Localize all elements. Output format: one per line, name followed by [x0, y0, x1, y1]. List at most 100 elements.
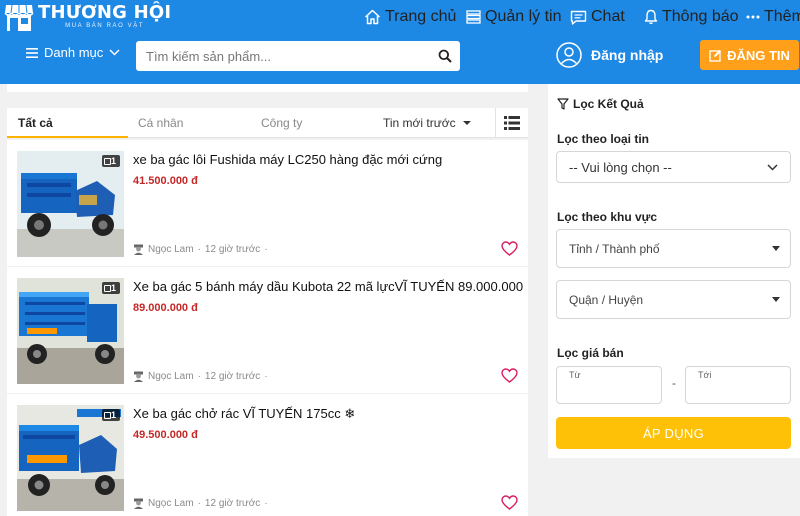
- user-avatar-icon: [556, 42, 582, 68]
- listing-meta: Ngọc Lam · 12 giờ trước ·: [133, 371, 272, 382]
- listing-thumbnail[interactable]: 1: [17, 278, 124, 384]
- listing-user[interactable]: Ngọc Lam: [148, 498, 194, 509]
- listing-title[interactable]: Xe ba gác chở rác VĨ TUYẾN 175cc ❄: [133, 406, 523, 422]
- active-tab-indicator: [7, 136, 128, 138]
- content-top-strip: [7, 84, 528, 92]
- price-from-input[interactable]: Từ: [556, 366, 662, 404]
- sort-dropdown[interactable]: Tin mới trước: [383, 108, 471, 138]
- user-icon: [134, 498, 143, 509]
- user-icon: [134, 244, 143, 255]
- listing-price: 41.500.000 đ: [133, 175, 198, 187]
- filter-heading: Lọc Kết Quả: [557, 97, 644, 111]
- filter-area-label: Lọc theo khu vực: [557, 210, 658, 224]
- filter-province-select[interactable]: Tỉnh / Thành phố: [556, 229, 791, 268]
- category-menu-label: Danh mục: [44, 45, 104, 60]
- caret-down-icon: [772, 246, 780, 251]
- listing-meta: Ngọc Lam · 12 giờ trước ·: [133, 498, 272, 509]
- listing-meta: Ngọc Lam · 12 giờ trước ·: [133, 244, 272, 255]
- edit-icon: [709, 49, 722, 62]
- listing-tabs: Tất cả Cá nhân Công ty Tin mới trước: [7, 108, 528, 138]
- hamburger-icon: [26, 47, 38, 58]
- listing-title[interactable]: xe ba gác lôi Fushida máy LC250 hàng đặc…: [133, 152, 523, 167]
- tab-company[interactable]: Công ty: [261, 108, 302, 138]
- caret-down-icon: [772, 297, 780, 302]
- heart-icon: [501, 241, 518, 256]
- more-dots-icon: [746, 15, 760, 19]
- price-to-input[interactable]: Tới: [685, 366, 791, 404]
- header: THƯƠNG HỘI MUA BÁN RAO VẶT Trang chủ Quả…: [0, 0, 800, 84]
- sort-label: Tin mới trước: [383, 116, 456, 130]
- login-label: Đăng nhập: [591, 47, 664, 63]
- listing-user[interactable]: Ngọc Lam: [148, 244, 194, 255]
- listing-item[interactable]: 1 xe ba gác lôi Fushida máy LC250 hàng đ…: [7, 140, 528, 266]
- apply-filter-button[interactable]: ÁP DỤNG: [556, 417, 791, 449]
- home-icon: [364, 9, 381, 25]
- nav-home-label: Trang chủ: [385, 8, 457, 25]
- filter-type-value: -- Vui lòng chọn --: [569, 159, 672, 175]
- nav-manage[interactable]: Quản lý tin: [466, 8, 561, 26]
- filter-type-select[interactable]: -- Vui lòng chọn --: [556, 151, 791, 183]
- price-from-placeholder: Từ: [569, 370, 581, 380]
- listing-price: 89.000.000 đ: [133, 302, 198, 314]
- listing-thumbnail[interactable]: 1: [17, 405, 124, 511]
- filter-panel: Lọc Kết Quả Lọc theo loại tin -- Vui lòn…: [548, 84, 800, 458]
- listing-list: 1 xe ba gác lôi Fushida máy LC250 hàng đ…: [7, 140, 528, 516]
- filter-heading-label: Lọc Kết Quả: [573, 97, 644, 111]
- listing-thumbnail[interactable]: 1: [17, 151, 124, 257]
- nav-manage-label: Quản lý tin: [485, 8, 562, 25]
- listing-user[interactable]: Ngọc Lam: [148, 371, 194, 382]
- listing-time: 12 giờ trước: [204, 498, 261, 509]
- brand-logo[interactable]: THƯƠNG HỘI MUA BÁN RAO VẶT: [4, 3, 171, 32]
- listing-time: 12 giờ trước: [204, 244, 261, 255]
- store-icon: [4, 3, 34, 32]
- tab-personal[interactable]: Cá nhân: [138, 108, 183, 138]
- tab-all[interactable]: Tất cả: [18, 108, 53, 138]
- heart-icon: [501, 495, 518, 510]
- listing-price: 49.500.000 đ: [133, 429, 198, 441]
- list-icon: [466, 10, 481, 24]
- price-to-placeholder: Tới: [698, 370, 712, 380]
- favorite-button[interactable]: [501, 495, 518, 515]
- favorite-button[interactable]: [501, 368, 518, 388]
- nav-notifications[interactable]: Thông báo: [644, 8, 739, 26]
- filter-funnel-icon: [557, 98, 569, 110]
- price-range-dash: -: [672, 376, 676, 390]
- search-button[interactable]: [430, 49, 460, 63]
- listing-title[interactable]: Xe ba gác 5 bánh máy dầu Kubota 22 mã lự…: [133, 279, 523, 294]
- login-button[interactable]: Đăng nhập: [556, 42, 663, 68]
- list-view-icon: [504, 116, 520, 130]
- favorite-button[interactable]: [501, 241, 518, 261]
- listing-time: 12 giờ trước: [204, 371, 261, 382]
- search-box: [136, 41, 460, 71]
- search-icon: [438, 49, 452, 63]
- filter-price-label: Lọc giá bán: [557, 346, 624, 360]
- view-toggle-button[interactable]: [495, 108, 528, 138]
- nav-home[interactable]: Trang chủ: [364, 8, 456, 26]
- filter-district-select[interactable]: Quận / Huyện: [556, 280, 791, 319]
- listing-item[interactable]: 1 Xe ba gác chở rác VĨ TUYẾN 175cc ❄ 49.…: [7, 394, 528, 516]
- brand-tagline: MUA BÁN RAO VẶT: [65, 23, 145, 29]
- brand-title: THƯƠNG HỘI: [38, 2, 172, 23]
- image-count-badge: 1: [101, 282, 120, 294]
- nav-more-label: Thêm: [764, 8, 800, 25]
- user-icon: [134, 371, 143, 382]
- listing-item[interactable]: 1 Xe ba gác 5 bánh máy dầu Kubota 22 mã …: [7, 267, 528, 393]
- nav-chat-label: Chat: [591, 8, 625, 25]
- nav-more[interactable]: Thêm: [746, 8, 800, 26]
- nav-notifications-label: Thông báo: [662, 8, 739, 25]
- caret-down-icon: [462, 121, 471, 125]
- category-menu-button[interactable]: Danh mục: [26, 45, 120, 60]
- chat-icon: [570, 10, 587, 25]
- filter-province-value: Tỉnh / Thành phố: [569, 241, 660, 256]
- filter-type-label: Lọc theo loại tin: [557, 132, 649, 146]
- image-count-badge: 1: [101, 155, 120, 167]
- image-count-badge: 1: [101, 409, 120, 421]
- chevron-down-icon: [109, 49, 120, 56]
- search-input[interactable]: [136, 42, 430, 70]
- bell-icon: [644, 9, 658, 25]
- filter-district-value: Quận / Huyện: [569, 292, 644, 307]
- post-ad-button[interactable]: ĐĂNG TIN: [700, 40, 799, 70]
- heart-icon: [501, 368, 518, 383]
- nav-chat[interactable]: Chat: [570, 8, 625, 26]
- chevron-down-icon: [767, 163, 778, 171]
